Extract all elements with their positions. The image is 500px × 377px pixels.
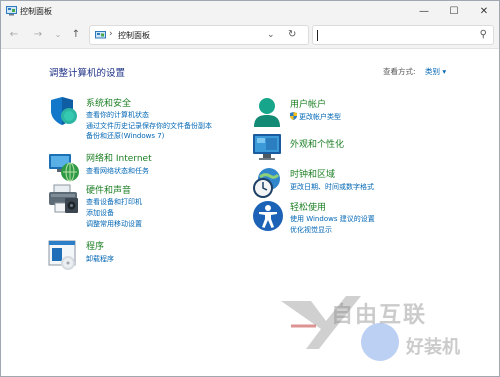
maximize-icon: ☐ xyxy=(449,5,459,17)
uac-shield-icon xyxy=(290,112,297,120)
recent-locations-button[interactable]: ⌄ xyxy=(51,27,65,41)
breadcrumb-control-panel[interactable]: 控制面板 xyxy=(118,30,150,41)
link-change-account-type[interactable]: 更改帐户类型 xyxy=(290,112,341,122)
programs-icon xyxy=(48,240,76,270)
page-title: 调整计算机的设置 xyxy=(49,68,126,79)
link-add-device[interactable]: 添加设备 xyxy=(86,208,114,218)
text-caret xyxy=(317,30,318,41)
category-title[interactable]: 硬件和声音 xyxy=(86,183,131,196)
refresh-icon[interactable]: ↻ xyxy=(288,29,296,40)
chevron-down-icon: ⌄ xyxy=(54,29,62,39)
address-bar[interactable]: › 控制面板 ⌄ ↻ xyxy=(89,25,309,45)
category-title[interactable]: 用户帐户 xyxy=(290,97,326,110)
link-uninstall-program[interactable]: 卸载程序 xyxy=(86,254,114,264)
printer-icon xyxy=(49,184,78,213)
category-title[interactable]: 轻松使用 xyxy=(290,200,326,213)
shield-icon xyxy=(51,97,77,125)
control-panel-small-icon xyxy=(95,31,106,39)
link-recommended-settings[interactable]: 使用 Windows 建议的设置 xyxy=(290,214,375,224)
network-globe-icon xyxy=(49,154,79,182)
watermark-badge xyxy=(361,323,399,361)
forward-arrow-icon: → xyxy=(33,28,43,40)
up-arrow-icon: ↑ xyxy=(71,28,81,40)
view-by-dropdown[interactable]: 类别 ▾ xyxy=(425,66,446,77)
link-file-history[interactable]: 通过文件历史记录保存你的文件备份副本 xyxy=(86,121,212,131)
breadcrumb-separator-icon: › xyxy=(109,29,113,39)
link-optimize-visual-display[interactable]: 优化视觉显示 xyxy=(290,225,332,235)
link-change-account-type-label: 更改帐户类型 xyxy=(299,113,341,121)
clock-globe-icon xyxy=(253,168,280,198)
watermark-text-2: 好装机 xyxy=(406,337,460,358)
navigation-bar: ← → ⌄ ↑ › 控制面板 ⌄ ↻ ⚲ xyxy=(1,21,499,49)
close-icon: ✕ xyxy=(479,5,489,17)
monitor-icon xyxy=(253,134,281,160)
window-title: 控制面板 xyxy=(20,7,52,16)
maximize-button[interactable]: ☐ xyxy=(439,1,469,21)
accessibility-icon xyxy=(253,201,283,231)
view-by-label: 查看方式: xyxy=(383,67,416,76)
category-title[interactable]: 时钟和区域 xyxy=(290,167,335,180)
link-network-status[interactable]: 查看网络状态和任务 xyxy=(86,166,149,176)
up-button[interactable]: ↑ xyxy=(69,27,83,41)
title-bar: 控制面板 — ☐ ✕ xyxy=(1,1,499,21)
minimize-button[interactable]: — xyxy=(409,1,439,21)
control-panel-window: 控制面板 — ☐ ✕ ← → ⌄ ↑ › 控制面板 ⌄ ↻ ⚲ 调整计算机的设置… xyxy=(0,0,500,377)
category-title[interactable]: 程序 xyxy=(86,239,104,252)
back-arrow-icon: ← xyxy=(9,28,19,40)
search-icon[interactable]: ⚲ xyxy=(480,29,487,40)
search-input[interactable]: ⚲ xyxy=(312,25,494,45)
minimize-icon: — xyxy=(419,5,429,17)
link-date-time-format[interactable]: 更改日期、时间或数字格式 xyxy=(290,182,374,192)
category-title[interactable]: 系统和安全 xyxy=(86,96,131,109)
category-title[interactable]: 外观和个性化 xyxy=(290,137,344,150)
control-panel-app-icon xyxy=(6,6,17,16)
category-title[interactable]: 网络和 Internet xyxy=(86,151,152,164)
link-backup-restore[interactable]: 备份和还原(Windows 7) xyxy=(86,131,164,141)
link-devices-printers[interactable]: 查看设备和打印机 xyxy=(86,197,142,207)
address-dropdown-icon[interactable]: ⌄ xyxy=(267,30,275,40)
link-view-computer-status[interactable]: 查看你的计算机状态 xyxy=(86,110,149,120)
back-button[interactable]: ← xyxy=(7,27,21,41)
user-icon xyxy=(254,98,280,127)
link-mobility-settings[interactable]: 调整常用移动设置 xyxy=(86,219,142,229)
close-button[interactable]: ✕ xyxy=(469,1,499,21)
forward-button[interactable]: → xyxy=(31,27,45,41)
